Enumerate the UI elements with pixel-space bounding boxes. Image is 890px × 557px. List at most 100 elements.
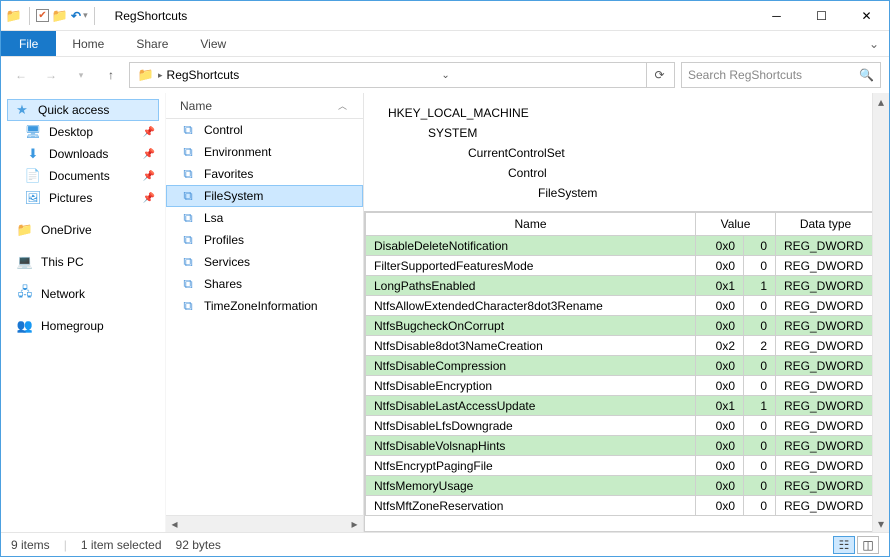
pictures-icon: 🖼 (25, 190, 41, 206)
registry-row[interactable]: NtfsDisableLastAccessUpdate0x11REG_DWORD (366, 396, 876, 416)
nav-label: Pictures (49, 191, 92, 205)
quick-access-toolbar: 📁 ✔ 📁 ↶ ▾ (1, 7, 103, 25)
undo-icon[interactable]: ↶ (71, 9, 81, 23)
registry-table: Name Value Data type DisableDeleteNotifi… (364, 211, 877, 532)
forward-button[interactable]: → (39, 63, 63, 87)
registry-row[interactable]: DisableDeleteNotification0x00REG_DWORD (366, 236, 876, 256)
registry-row[interactable]: FilterSupportedFeaturesMode0x00REG_DWORD (366, 256, 876, 276)
minimize-button[interactable]: ─ (754, 1, 799, 31)
tab-view[interactable]: View (184, 31, 242, 56)
file-item[interactable]: ⧉Profiles (166, 229, 363, 251)
registry-row[interactable]: LongPathsEnabled0x11REG_DWORD (366, 276, 876, 296)
nav-downloads[interactable]: ⬇ Downloads 📌 (1, 143, 165, 165)
file-item[interactable]: ⧉Favorites (166, 163, 363, 185)
view-details-button[interactable]: ☷ (833, 536, 855, 554)
scroll-track[interactable] (183, 516, 346, 532)
col-name[interactable]: Name (366, 213, 696, 236)
tab-share[interactable]: Share (120, 31, 184, 56)
reg-name: LongPathsEnabled (366, 276, 696, 296)
reg-type: REG_DWORD (776, 456, 876, 476)
expand-ribbon-icon[interactable]: ⌄ (859, 31, 889, 56)
regpath-segment: SYSTEM (388, 123, 865, 143)
back-button[interactable]: ← (9, 63, 33, 87)
refresh-button[interactable]: ⟳ (646, 63, 672, 87)
scroll-right-icon[interactable]: ▸ (346, 516, 363, 532)
nav-thispc[interactable]: 💻 This PC (1, 251, 165, 273)
file-item[interactable]: ⧉FileSystem (166, 185, 363, 207)
nav-onedrive[interactable]: 📁 OneDrive (1, 219, 165, 241)
qat-properties-icon[interactable]: ✔ (36, 9, 49, 22)
view-icons-button[interactable]: ◫ (857, 536, 879, 554)
tab-home[interactable]: Home (56, 31, 120, 56)
address-dropdown-icon[interactable]: ⌄ (437, 70, 453, 81)
col-value[interactable]: Value (696, 213, 776, 236)
col-datatype[interactable]: Data type (776, 213, 876, 236)
search-input[interactable]: Search RegShortcuts 🔍 (681, 62, 881, 88)
breadcrumb[interactable]: 📁 ▸ RegShortcuts (132, 63, 245, 87)
nav-label: Network (41, 287, 85, 301)
reg-val: 0 (744, 316, 776, 336)
reg-name: NtfsAllowExtendedCharacter8dot3Rename (366, 296, 696, 316)
registry-row[interactable]: NtfsDisableVolsnapHints0x00REG_DWORD (366, 436, 876, 456)
file-item[interactable]: ⧉Lsa (166, 207, 363, 229)
regpath-segment: Control (388, 163, 865, 183)
reg-shortcut-icon: ⧉ (180, 298, 196, 314)
vertical-scrollbar[interactable]: ▴ ▾ (872, 93, 889, 532)
file-name: Favorites (204, 167, 253, 181)
registry-row[interactable]: NtfsAllowExtendedCharacter8dot3Rename0x0… (366, 296, 876, 316)
maximize-button[interactable]: ☐ (799, 1, 844, 31)
reg-val: 1 (744, 396, 776, 416)
file-item[interactable]: ⧉Services (166, 251, 363, 273)
search-icon[interactable]: 🔍 (859, 68, 874, 82)
reg-shortcut-icon: ⧉ (180, 276, 196, 292)
column-header-label: Name (180, 99, 212, 113)
file-item[interactable]: ⧉Control (166, 119, 363, 141)
scroll-up-icon[interactable]: ▴ (873, 93, 889, 110)
nav-desktop[interactable]: 🖥 Desktop 📌 (1, 121, 165, 143)
reg-hex: 0x0 (696, 356, 744, 376)
registry-row[interactable]: NtfsDisableLfsDowngrade0x00REG_DWORD (366, 416, 876, 436)
nav-quick-access[interactable]: ★ Quick access (7, 99, 159, 121)
recent-locations-icon[interactable]: ▾ (69, 63, 93, 87)
breadcrumb-label[interactable]: RegShortcuts (167, 68, 240, 82)
horizontal-scrollbar[interactable]: ◂ ▸ (166, 515, 363, 532)
file-item[interactable]: ⧉Environment (166, 141, 363, 163)
nav-documents[interactable]: 📄 Documents 📌 (1, 165, 165, 187)
registry-row[interactable]: NtfsDisableCompression0x00REG_DWORD (366, 356, 876, 376)
navigation-pane: ★ Quick access 🖥 Desktop 📌 ⬇ Downloads 📌… (1, 93, 166, 532)
file-tab[interactable]: File (1, 31, 56, 56)
desktop-icon: 🖥 (25, 124, 41, 140)
scroll-thumb[interactable] (873, 110, 889, 515)
registry-row[interactable]: NtfsMftZoneReservation0x00REG_DWORD (366, 496, 876, 516)
registry-row[interactable]: NtfsBugcheckOnCorrupt0x00REG_DWORD (366, 316, 876, 336)
app-icon[interactable]: 📁 (5, 7, 23, 25)
reg-hex: 0x2 (696, 336, 744, 356)
reg-hex: 0x0 (696, 416, 744, 436)
reg-type: REG_DWORD (776, 496, 876, 516)
scroll-left-icon[interactable]: ◂ (166, 516, 183, 532)
reg-name: NtfsDisableLastAccessUpdate (366, 396, 696, 416)
up-button[interactable]: ↑ (99, 63, 123, 87)
file-item[interactable]: ⧉TimeZoneInformation (166, 295, 363, 317)
chevron-right-icon[interactable]: ▸ (158, 70, 163, 81)
qat-dropdown-icon[interactable]: ▾ (83, 10, 88, 21)
scroll-down-icon[interactable]: ▾ (873, 515, 889, 532)
file-name: Shares (204, 277, 242, 291)
file-list[interactable]: ⧉Control⧉Environment⧉Favorites⧉FileSyste… (166, 119, 363, 515)
reg-val: 0 (744, 416, 776, 436)
file-item[interactable]: ⧉ Shares (166, 273, 363, 295)
nav-homegroup[interactable]: 👥 Homegroup (1, 315, 165, 337)
registry-row[interactable]: NtfsEncryptPagingFile0x00REG_DWORD (366, 456, 876, 476)
address-bar[interactable]: 📁 ▸ RegShortcuts ⌄ ⟳ (129, 62, 675, 88)
reg-hex: 0x0 (696, 436, 744, 456)
registry-row[interactable]: NtfsDisableEncryption0x00REG_DWORD (366, 376, 876, 396)
nav-pictures[interactable]: 🖼 Pictures 📌 (1, 187, 165, 209)
registry-row[interactable]: NtfsMemoryUsage0x00REG_DWORD (366, 476, 876, 496)
close-button[interactable]: ✕ (844, 1, 889, 31)
window-title: RegShortcuts (115, 9, 188, 23)
view-mode-buttons: ☷ ◫ (833, 536, 879, 554)
column-header-name[interactable]: Name ︿ (166, 93, 363, 119)
nav-network[interactable]: 🖧 Network (1, 283, 165, 305)
registry-row[interactable]: NtfsDisable8dot3NameCreation0x22REG_DWOR… (366, 336, 876, 356)
qat-newfolder-icon[interactable]: 📁 (51, 7, 69, 25)
